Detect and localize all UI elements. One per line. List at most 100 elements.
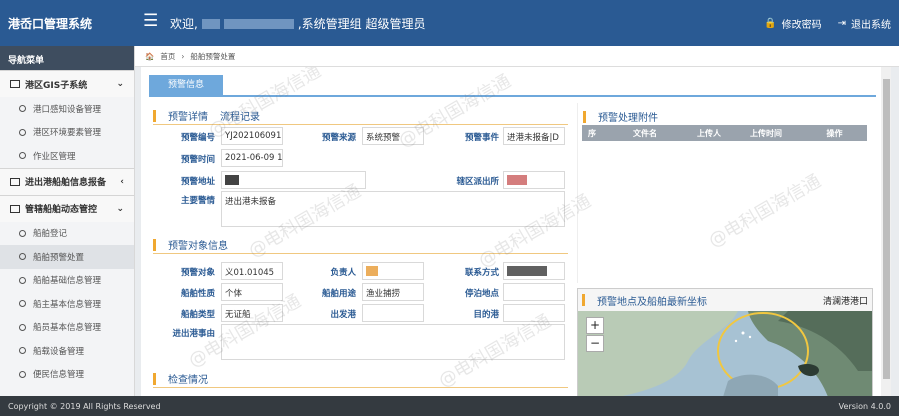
sidebar-item-label: 船载设备管理 bbox=[33, 346, 85, 357]
map-header: 预警地点及船舶最新坐标 清澜港港口 bbox=[578, 289, 872, 311]
alert-no-label: 预警编号 bbox=[180, 133, 215, 143]
top-header: 港岙口管理系统 ☰ 欢迎, ,系统管理组 超级管理员 🔒 修改密码 ⇥ 退出系统 bbox=[0, 0, 899, 46]
col-upload-time: 上传时间 bbox=[750, 128, 782, 138]
tab-flow-record[interactable]: 流程记录 bbox=[220, 108, 260, 123]
sidebar-item-label: 便民信息管理 bbox=[33, 370, 85, 381]
sidebar-item-label: 港区环境要素管理 bbox=[33, 128, 102, 139]
type-label: 船舶类型 bbox=[180, 310, 215, 320]
change-password-label: 修改密码 bbox=[781, 20, 822, 31]
section-divider bbox=[153, 124, 568, 125]
logout-button[interactable]: ⇥ 退出系统 bbox=[838, 16, 891, 31]
col-uploader: 上传人 bbox=[697, 128, 721, 138]
tab-alert-info[interactable]: 预警信息 bbox=[149, 75, 223, 95]
nature-field: 个体 bbox=[221, 283, 283, 301]
section-marker bbox=[582, 294, 585, 306]
dest-field bbox=[503, 304, 565, 322]
col-filename: 文件名 bbox=[633, 128, 657, 138]
circle-icon bbox=[19, 152, 26, 160]
tab-underline bbox=[149, 95, 876, 97]
inout-reason-label: 进出港事由 bbox=[172, 329, 215, 339]
event-field: 进港未报备|D bbox=[503, 127, 565, 145]
time-field: 2021-06-09 1 bbox=[221, 149, 283, 167]
inspect-section-title: 检查情况 bbox=[168, 375, 208, 386]
scrollbar[interactable] bbox=[881, 67, 891, 396]
section-divider bbox=[153, 253, 568, 254]
section-marker bbox=[153, 238, 156, 251]
sidebar-item-sensor[interactable]: 港口感知设备管理 bbox=[0, 97, 134, 121]
sidebar-item-workzone[interactable]: 作业区管理 bbox=[0, 144, 134, 168]
map-section-header: 预警地点及船舶最新坐标 bbox=[582, 293, 707, 308]
circle-icon bbox=[19, 300, 26, 308]
sidebar-item-environment[interactable]: 港区环境要素管理 bbox=[0, 121, 134, 145]
sidebar-item-register[interactable]: 船舶登记 bbox=[0, 222, 134, 246]
app-title: 港岙口管理系统 bbox=[8, 17, 93, 31]
window-icon bbox=[10, 177, 20, 186]
dock-field bbox=[503, 283, 565, 301]
section-marker bbox=[153, 109, 156, 122]
breadcrumb-home[interactable]: 首页 bbox=[160, 51, 175, 62]
circle-icon bbox=[19, 347, 26, 355]
section-marker bbox=[583, 110, 586, 123]
contact-field bbox=[503, 262, 565, 280]
target-object-label: 预警对象 bbox=[180, 268, 215, 278]
attach-section-header: 预警处理附件 bbox=[583, 109, 658, 124]
welcome-prefix: 欢迎, bbox=[170, 17, 198, 31]
target-section-title: 预警对象信息 bbox=[168, 241, 228, 252]
circle-icon bbox=[19, 229, 26, 237]
sidebar-group-gis[interactable]: 港区GIS子系统 ⌄ bbox=[0, 70, 134, 97]
chevron-down-icon: ⌄ bbox=[116, 203, 124, 214]
zoom-out-button[interactable]: − bbox=[586, 335, 604, 352]
use-label: 船舶用途 bbox=[321, 289, 356, 299]
inspect-section-header: 检查情况 bbox=[153, 371, 208, 386]
window-icon bbox=[10, 80, 20, 88]
map-panel: 预警地点及船舶最新坐标 清澜港港口 + − bbox=[577, 288, 873, 396]
circle-icon bbox=[19, 128, 26, 136]
redacted-contact bbox=[507, 266, 547, 276]
map-view[interactable]: + − bbox=[578, 311, 872, 396]
map-title: 预警地点及船舶最新坐标 bbox=[597, 296, 707, 308]
alert-no-field: YJ202106091 bbox=[221, 127, 283, 145]
station-field bbox=[503, 171, 565, 189]
copyright-text: Copyright © 2019 All Rights Reserved bbox=[8, 401, 161, 411]
sidebar-item-alert[interactable]: 船舶预警处置 bbox=[0, 245, 134, 269]
attachments-table-header: 序 文件名 上传人 上传时间 操作 bbox=[582, 125, 867, 141]
use-field: 渔业捕捞 bbox=[362, 283, 424, 301]
redacted-station bbox=[507, 175, 527, 185]
watermark: @电科国海信通 bbox=[704, 170, 825, 252]
time-label: 预警时间 bbox=[180, 155, 215, 165]
dock-label: 停泊地点 bbox=[464, 289, 499, 299]
redacted-address bbox=[225, 175, 239, 185]
sidebar-item-vessel-info[interactable]: 船舶基础信息管理 bbox=[0, 269, 134, 293]
circle-icon bbox=[19, 370, 26, 378]
version-text: Version 4.0.0 bbox=[838, 401, 891, 411]
scrollbar-thumb[interactable] bbox=[883, 79, 890, 379]
sidebar-group-label: 管辖船舶动态管控 bbox=[25, 205, 98, 215]
map-place-name: 清澜港港口 bbox=[822, 297, 868, 307]
address-field bbox=[221, 171, 366, 189]
tab-detail[interactable]: 预警详情 bbox=[168, 108, 208, 123]
sidebar-item-label: 港口感知设备管理 bbox=[33, 104, 102, 115]
breadcrumb: 🏠 首页 › 船舶预警处置 bbox=[135, 46, 899, 67]
circle-icon bbox=[19, 253, 26, 261]
owner-label: 负责人 bbox=[330, 268, 356, 278]
logout-label: 退出系统 bbox=[851, 20, 891, 31]
owner-field bbox=[362, 262, 424, 280]
inout-reason-field bbox=[221, 324, 565, 360]
home-icon[interactable]: 🏠 bbox=[145, 52, 154, 61]
depart-field bbox=[362, 304, 424, 322]
sidebar-item-crew-info[interactable]: 船员基本信息管理 bbox=[0, 316, 134, 340]
sidebar-group-vessels[interactable]: 管辖船舶动态管控 ⌄ bbox=[0, 194, 134, 222]
section-marker bbox=[153, 372, 156, 385]
map-satellite-image bbox=[578, 311, 872, 396]
sidebar-item-convenience[interactable]: 便民信息管理 bbox=[0, 363, 134, 387]
sidebar-item-equipment[interactable]: 船载设备管理 bbox=[0, 339, 134, 363]
menu-toggle-icon[interactable]: ☰ bbox=[143, 13, 158, 30]
breadcrumb-separator: › bbox=[181, 51, 185, 61]
col-actions: 操作 bbox=[826, 128, 843, 138]
change-password-button[interactable]: 🔒 修改密码 bbox=[764, 16, 821, 31]
zoom-in-button[interactable]: + bbox=[586, 317, 604, 334]
sidebar-item-owner-info[interactable]: 船主基本信息管理 bbox=[0, 292, 134, 316]
sidebar-group-report[interactable]: 进出港船舶信息报备 ‹ bbox=[0, 167, 134, 195]
detail-section-header: 预警详情 流程记录 bbox=[153, 108, 260, 123]
station-label: 辖区派出所 bbox=[456, 177, 499, 187]
